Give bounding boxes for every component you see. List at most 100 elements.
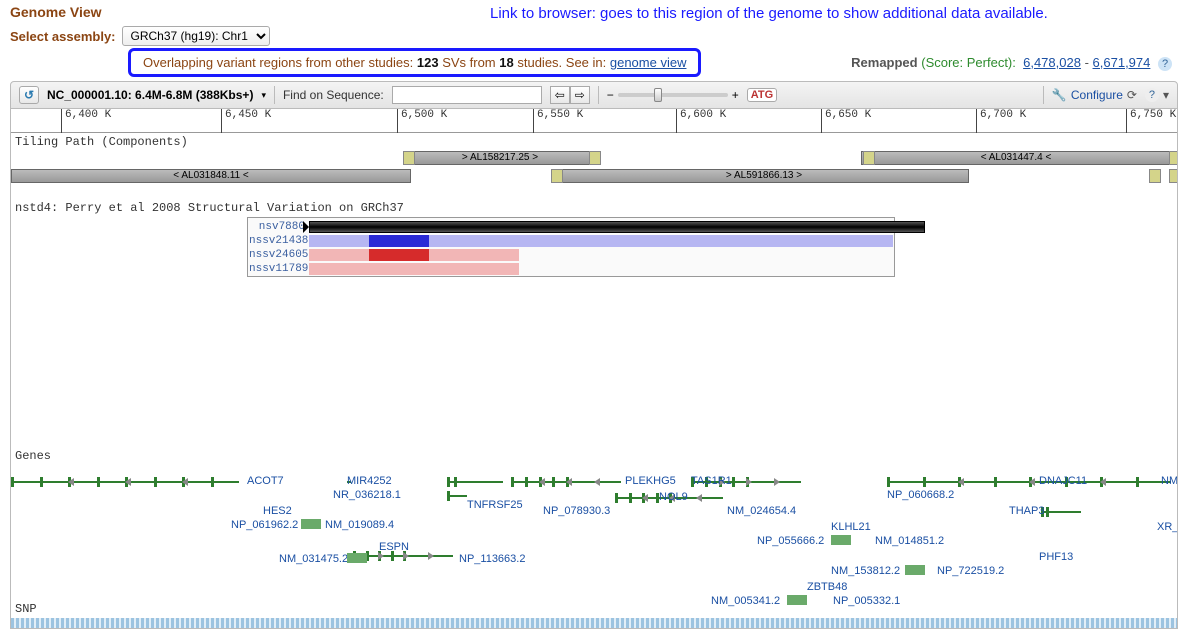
annotation-text: Link to browser: goes to this region of … [490, 4, 1048, 24]
exon [447, 491, 450, 501]
accession-link[interactable]: NM_153812.2 [831, 565, 900, 577]
accession-link[interactable]: NP_061962.2 [231, 519, 298, 531]
remapped-end-link[interactable]: 6,671,974 [1093, 55, 1151, 70]
gene-name[interactable]: THAP3 [1009, 505, 1044, 517]
viewer-toolbar: ↺ NC_000001.10: 6.4M-6.8M (388Kbs+) ▾ Fi… [10, 81, 1178, 109]
direction-arrow-icon [125, 478, 131, 486]
variant-label[interactable]: nssv11789 [249, 263, 305, 275]
gene-block[interactable] [905, 565, 925, 575]
configure-link[interactable]: Configure [1071, 88, 1123, 102]
slider-track[interactable] [618, 93, 728, 97]
sequence-viewer[interactable]: 6,400 K6,450 K6,500 K6,550 K6,600 K6,650… [10, 109, 1178, 629]
nstd-track-label: nstd4: Perry et al 2008 Structural Varia… [11, 199, 1177, 217]
accession-link[interactable]: NM_014851.2 [875, 535, 944, 547]
gene-name[interactable]: TNFRSF25 [467, 499, 523, 511]
pan-left-button[interactable]: ⇦ [550, 86, 570, 104]
gene-name[interactable]: ESPN [379, 541, 409, 553]
tiling-component[interactable]: > AL591866.13 > [559, 169, 969, 183]
overlap-suffix: studies. See in: [517, 55, 610, 70]
separator [1043, 86, 1044, 104]
direction-arrow-icon [642, 494, 648, 502]
exon [732, 477, 735, 487]
exon [1046, 507, 1049, 517]
accession-link[interactable]: NP_055666.2 [757, 535, 824, 547]
tiling-component[interactable]: < AL031447.4 < [861, 151, 1171, 165]
snp-band [11, 618, 1177, 628]
exon [1136, 477, 1139, 487]
gene-name[interactable]: ACOT7 [247, 475, 284, 487]
accession-link[interactable]: NR_036218.1 [333, 489, 401, 501]
tiling-track-label: Tiling Path (Components) [11, 133, 1177, 151]
remapped-info: Remapped (Score: Perfect): 6,478,028 - 6… [851, 55, 1172, 71]
gene-bar[interactable] [447, 495, 467, 497]
exon [447, 477, 450, 487]
gene-block[interactable] [301, 519, 321, 529]
ruler-tick: 6,650 K [821, 109, 871, 133]
gene-name[interactable]: KLHL21 [831, 521, 871, 533]
variant-bar-dark [369, 263, 429, 275]
gene-name[interactable]: HES2 [263, 505, 292, 517]
accession-link[interactable]: NP_078930.3 [543, 505, 610, 517]
gene-name[interactable]: ZBTB48 [807, 581, 847, 593]
tile-cap [1169, 169, 1178, 183]
accession-link[interactable]: NM_024654.4 [727, 505, 796, 517]
help-icon[interactable]: ? [1158, 57, 1172, 71]
gene-name[interactable]: DNAJC11 [1039, 475, 1087, 487]
find-input[interactable] [392, 86, 542, 104]
tile-cap [551, 169, 563, 183]
direction-arrow-icon [774, 478, 780, 486]
ruler-tick: 6,400 K [61, 109, 111, 133]
zoom-in-button[interactable]: + [732, 88, 739, 102]
exon [511, 477, 514, 487]
location-caret-icon[interactable]: ▾ [261, 90, 266, 101]
exon [887, 477, 890, 487]
toolbar-help-icon[interactable]: ? [1145, 88, 1159, 102]
genes-track-label: Genes [11, 447, 55, 465]
pan-right-button[interactable]: ⇨ [570, 86, 590, 104]
accession-link[interactable]: NM_031475.2 [279, 553, 348, 565]
refresh-icon[interactable]: ⟳ [1127, 88, 1137, 102]
genome-view-link[interactable]: genome view [610, 55, 687, 70]
nstd-track: nsv7880 nssv21438 nssv24605 nssv11789 [11, 217, 1177, 297]
atg-icon[interactable]: ATG [747, 88, 777, 102]
gene-block[interactable] [347, 553, 367, 563]
tiling-component[interactable]: < AL031848.11 < [11, 169, 411, 183]
exon [923, 477, 926, 487]
exon [454, 477, 457, 487]
accession-link[interactable]: NM_019089.4 [325, 519, 394, 531]
accession-link[interactable]: NP_113663.2 [459, 553, 525, 565]
variant-bar-dark [369, 249, 429, 261]
ruler-tick: 6,700 K [976, 109, 1026, 133]
gene-name[interactable]: NOL9 [659, 491, 688, 503]
zoom-slider[interactable]: − + [607, 88, 739, 102]
gene-name[interactable]: PHF13 [1039, 551, 1073, 563]
accession-link[interactable]: NP_060668.2 [887, 489, 954, 501]
zoom-out-button[interactable]: − [607, 88, 614, 102]
back-icon[interactable]: ↺ [19, 86, 39, 104]
gene-name[interactable]: XR_ [1157, 521, 1178, 533]
accession-link[interactable]: NP_722519.2 [937, 565, 1004, 577]
wrench-icon[interactable]: 🔧 [1052, 88, 1067, 102]
overlap-box: Overlapping variant regions from other s… [128, 48, 701, 77]
overlap-sv-count: 123 [417, 55, 439, 70]
slider-thumb[interactable] [654, 88, 662, 102]
gene-name[interactable]: MIR4252 [347, 475, 392, 487]
gene-block[interactable] [831, 535, 851, 545]
exon [994, 477, 997, 487]
variant-label[interactable]: nsv7880 [249, 221, 305, 233]
remapped-start-link[interactable]: 6,478,028 [1023, 55, 1081, 70]
separator [274, 86, 275, 104]
variant-bar[interactable] [309, 221, 925, 233]
variant-label[interactable]: nssv24605 [249, 249, 305, 261]
assembly-select[interactable]: GRCh37 (hg19): Chr1 [122, 26, 270, 46]
toolbar-caret-icon[interactable]: ▾ [1163, 88, 1169, 102]
tiling-component[interactable]: > AL158217.25 > [409, 151, 591, 165]
gene-name[interactable]: NM [1161, 475, 1178, 487]
variant-label[interactable]: nssv21438 [249, 235, 305, 247]
overlap-study-count: 18 [499, 55, 513, 70]
gene-name[interactable]: TAS1R1 [691, 475, 732, 487]
gene-name[interactable]: PLEKHG5 [625, 475, 676, 487]
snp-track-label: SNP [11, 600, 1177, 618]
location-text: NC_000001.10: 6.4M-6.8M (388Kbs+) [47, 88, 253, 102]
overlap-sv-word: SVs from [442, 55, 499, 70]
